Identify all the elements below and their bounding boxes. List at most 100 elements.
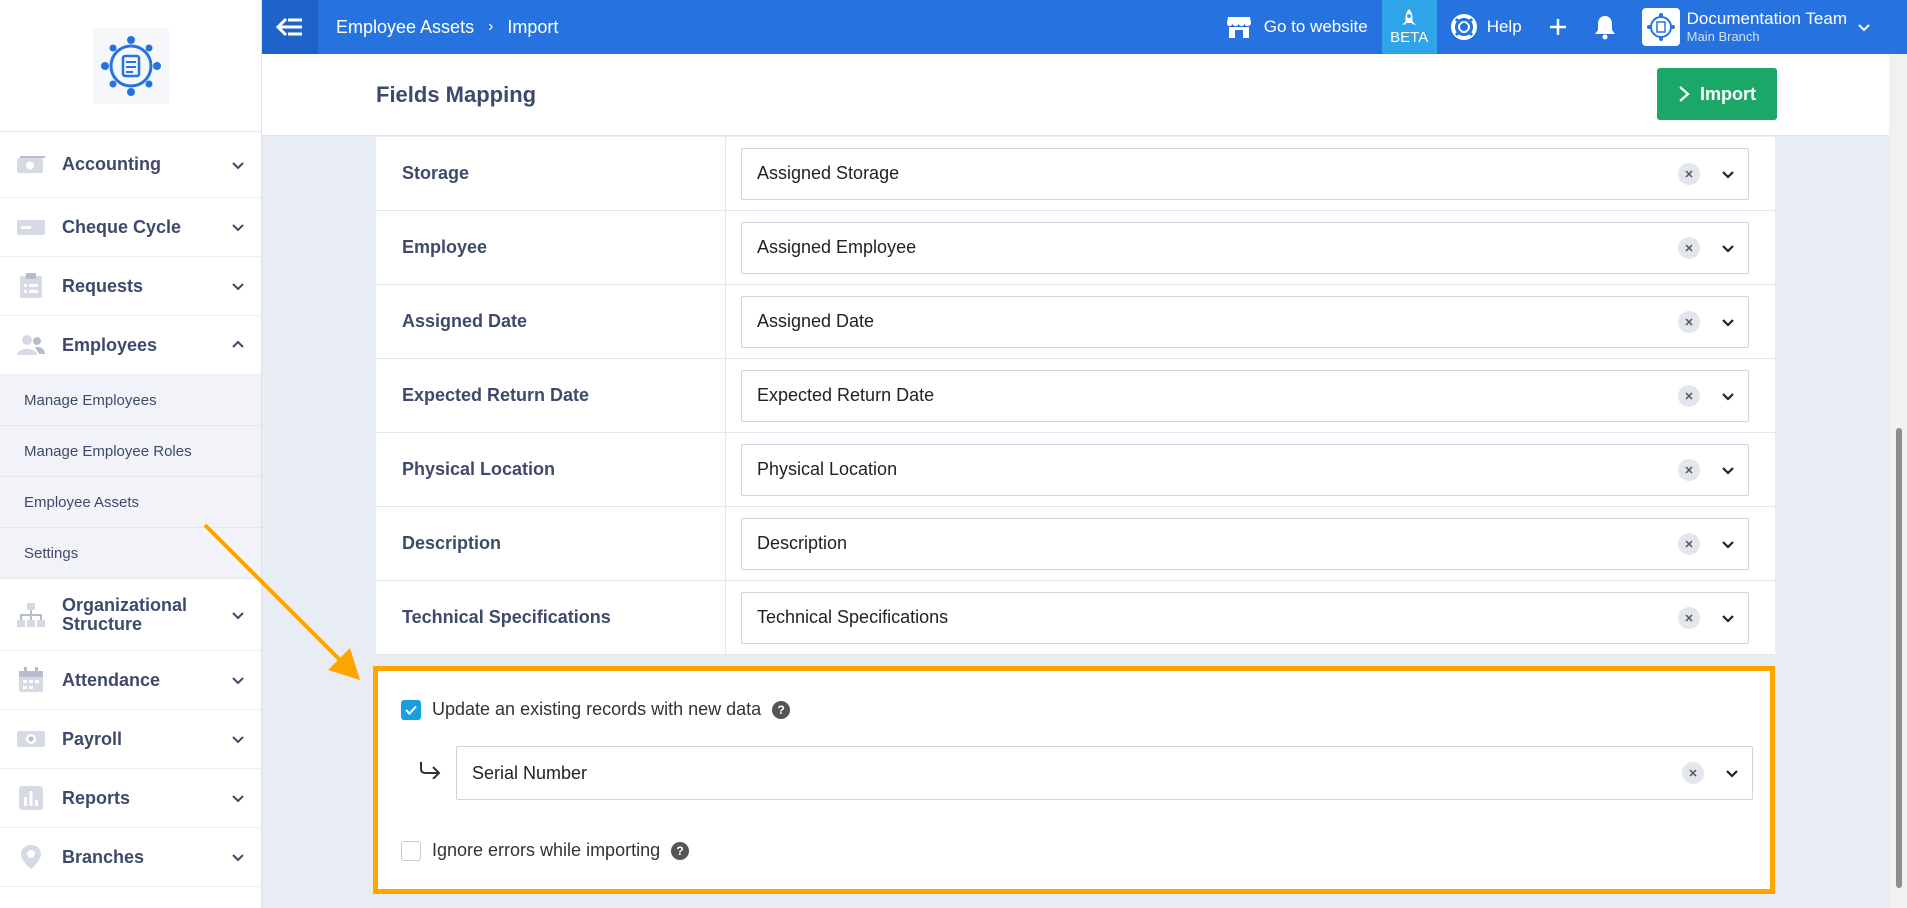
import-options-panel: Update an existing records with new data… [373,666,1775,894]
chevron-down-icon [1858,24,1870,32]
sidebar-item-reports[interactable]: Reports [0,769,261,828]
sidebar-subitem-manage-employees[interactable]: Manage Employees [0,375,261,426]
scrollbar-thumb[interactable] [1896,428,1902,888]
sidebar-item-label: Branches [62,846,145,867]
sidebar-item-requests[interactable]: Requests [0,257,261,316]
cheque-icon [16,214,46,240]
ignore-errors-option: Ignore errors while importing ? [401,840,690,861]
plus-icon[interactable] [1548,17,1568,37]
arrow-left-menu-icon [276,17,302,37]
org-chart-icon [16,602,46,628]
lifebuoy-icon [1450,14,1477,40]
field-name: Expected Return Date [376,359,726,432]
payroll-icon [16,726,46,752]
select-value: Serial Number [472,762,588,783]
sidebar-item-label: Cheque Cycle [62,216,182,237]
clear-icon[interactable] [1678,384,1700,407]
column-select[interactable]: Physical Location [741,443,1749,496]
select-value: Description [757,533,848,553]
breadcrumb-import: Import [507,16,559,37]
chevron-down-icon[interactable] [1720,536,1736,552]
chevron-up-icon [232,340,244,348]
rocket-icon [1402,8,1417,25]
go-to-website-link[interactable]: Go to website [1226,15,1368,39]
clear-icon[interactable] [1678,606,1700,629]
column-select[interactable]: Assigned Date [741,295,1749,348]
ignore-errors-label[interactable]: Ignore errors while importing [432,840,660,861]
go-to-website-label: Go to website [1263,17,1368,36]
column-select[interactable]: Technical Specifications [741,591,1749,644]
logo-icon[interactable] [92,27,169,104]
clear-icon[interactable] [1678,458,1700,481]
sidebar-item-organizational-structure[interactable]: Organizational Structure [0,579,261,651]
field-name: Description [376,507,726,580]
sidebar-subitem-settings[interactable]: Settings [0,528,261,579]
chevron-down-icon[interactable] [1720,166,1736,182]
sidebar-item-branches[interactable]: Branches [0,828,261,887]
chevron-down-icon[interactable] [1720,240,1736,256]
column-select[interactable]: Assigned Employee [741,221,1749,274]
chart-icon [16,785,46,811]
sidebar-item-label: Payroll [62,728,123,749]
chevron-down-icon [232,283,244,291]
top-bar-actions: Go to website BETA Help Documentation Te… [1226,0,1907,54]
match-field-select[interactable]: Serial Number [456,746,1753,800]
clear-icon[interactable] [1678,532,1700,555]
chevron-down-icon [232,736,244,744]
help-question-icon[interactable]: ? [671,841,690,860]
page-header: Fields Mapping Import [262,54,1889,136]
chevron-down-icon[interactable] [1720,610,1736,626]
store-icon [1226,17,1251,38]
import-button-label: Import [1700,83,1756,104]
sidebar: Accounting Cheque Cycle Requests Employe… [0,0,262,908]
bell-icon[interactable] [1594,14,1616,40]
account-menu[interactable]: Documentation Team Main Branch [1641,8,1871,46]
calendar-icon [16,667,46,693]
clear-icon[interactable] [1682,762,1704,784]
select-value: Physical Location [757,459,898,479]
chevron-down-icon [232,677,244,685]
chevron-down-icon[interactable] [1720,314,1736,330]
help-question-icon[interactable]: ? [772,700,791,719]
select-value: Technical Specifications [757,607,949,627]
sidebar-subitem-manage-employee-roles[interactable]: Manage Employee Roles [0,426,261,477]
sidebar-item-payroll[interactable]: Payroll [0,710,261,769]
help-link[interactable]: Help [1450,14,1522,40]
breadcrumb: Employee Assets › Import [336,17,558,38]
import-button[interactable]: Import [1657,68,1777,120]
avatar [1641,8,1680,46]
chevron-down-icon[interactable] [1724,765,1740,781]
select-value: Assigned Employee [757,237,917,257]
sidebar-item-label: Reports [62,787,131,808]
chevron-down-icon [232,854,244,862]
sidebar-item-attendance[interactable]: Attendance [0,651,261,710]
sidebar-subitem-employee-assets[interactable]: Employee Assets [0,477,261,528]
table-row: Employee Assigned Employee [376,211,1775,285]
beta-button[interactable]: BETA [1381,0,1437,54]
clear-icon[interactable] [1678,310,1700,333]
update-records-option: Update an existing records with new data… [401,699,791,720]
clear-icon[interactable] [1678,162,1700,185]
ignore-errors-checkbox[interactable] [401,840,421,861]
update-records-label[interactable]: Update an existing records with new data [432,699,761,720]
field-name: Technical Specifications [376,581,726,654]
column-select[interactable]: Description [741,517,1749,570]
select-value: Assigned Storage [757,163,900,183]
chevron-down-icon[interactable] [1720,462,1736,478]
sidebar-item-cheque-cycle[interactable]: Cheque Cycle [0,198,261,257]
help-label: Help [1486,17,1522,36]
sidebar-item-label: Attendance [62,669,161,690]
field-name: Assigned Date [376,285,726,358]
sidebar-item-accounting[interactable]: Accounting [0,132,261,198]
sidebar-item-employees[interactable]: Employees [0,316,261,375]
chevron-down-icon[interactable] [1720,388,1736,404]
column-select[interactable]: Assigned Storage [741,147,1749,200]
users-icon [16,332,46,358]
table-row: Assigned Date Assigned Date [376,285,1775,359]
update-records-checkbox[interactable] [401,699,421,720]
column-select[interactable]: Expected Return Date [741,369,1749,422]
sidebar-toggle-button[interactable] [262,0,318,54]
clear-icon[interactable] [1678,236,1700,259]
breadcrumb-employee-assets[interactable]: Employee Assets [336,17,474,38]
table-row: Storage Assigned Storage [376,137,1775,211]
